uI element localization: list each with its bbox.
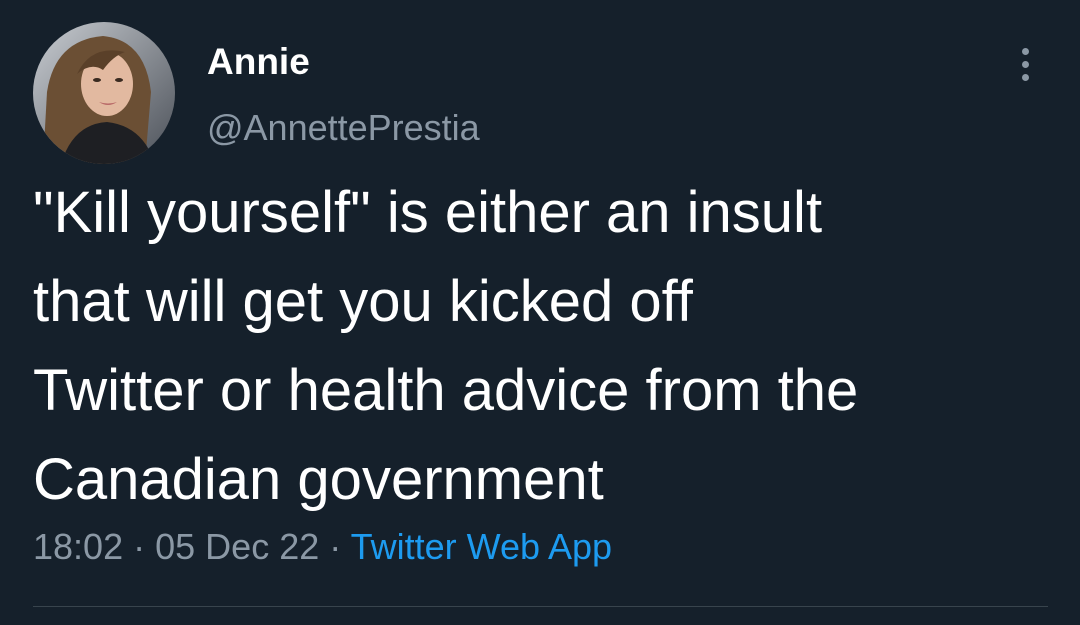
tweet-text: "Kill yourself" is either an insult that… [33,168,1048,524]
tweet-text-line: that will get you kicked off [33,269,693,334]
divider [33,606,1048,607]
tweet-text-line: Twitter or health advice from the [33,358,859,423]
tweet-date[interactable]: 05 Dec 22 [155,526,319,567]
tweet-time[interactable]: 18:02 [33,526,123,567]
meta-separator: · [133,526,146,567]
tweet-metadata: 18:02 · 05 Dec 22 · Twitter Web App [33,522,612,572]
more-vertical-icon-dot [1022,74,1029,81]
more-vertical-icon-dot [1022,61,1029,68]
more-options-button[interactable] [1002,40,1048,90]
tweet-text-line: "Kill yourself" is either an insult [33,180,823,245]
more-vertical-icon-dot [1022,48,1029,55]
tweet-source-link[interactable]: Twitter Web App [351,526,612,567]
tweet-card: Annie @AnnettePrestia "Kill yourself" is… [0,0,1080,625]
meta-separator: · [329,526,342,567]
avatar-image [33,22,175,164]
avatar[interactable] [33,22,175,164]
tweet-text-line: Canadian government [33,447,604,512]
display-name[interactable]: Annie [207,40,310,84]
user-handle[interactable]: @AnnettePrestia [207,106,480,150]
